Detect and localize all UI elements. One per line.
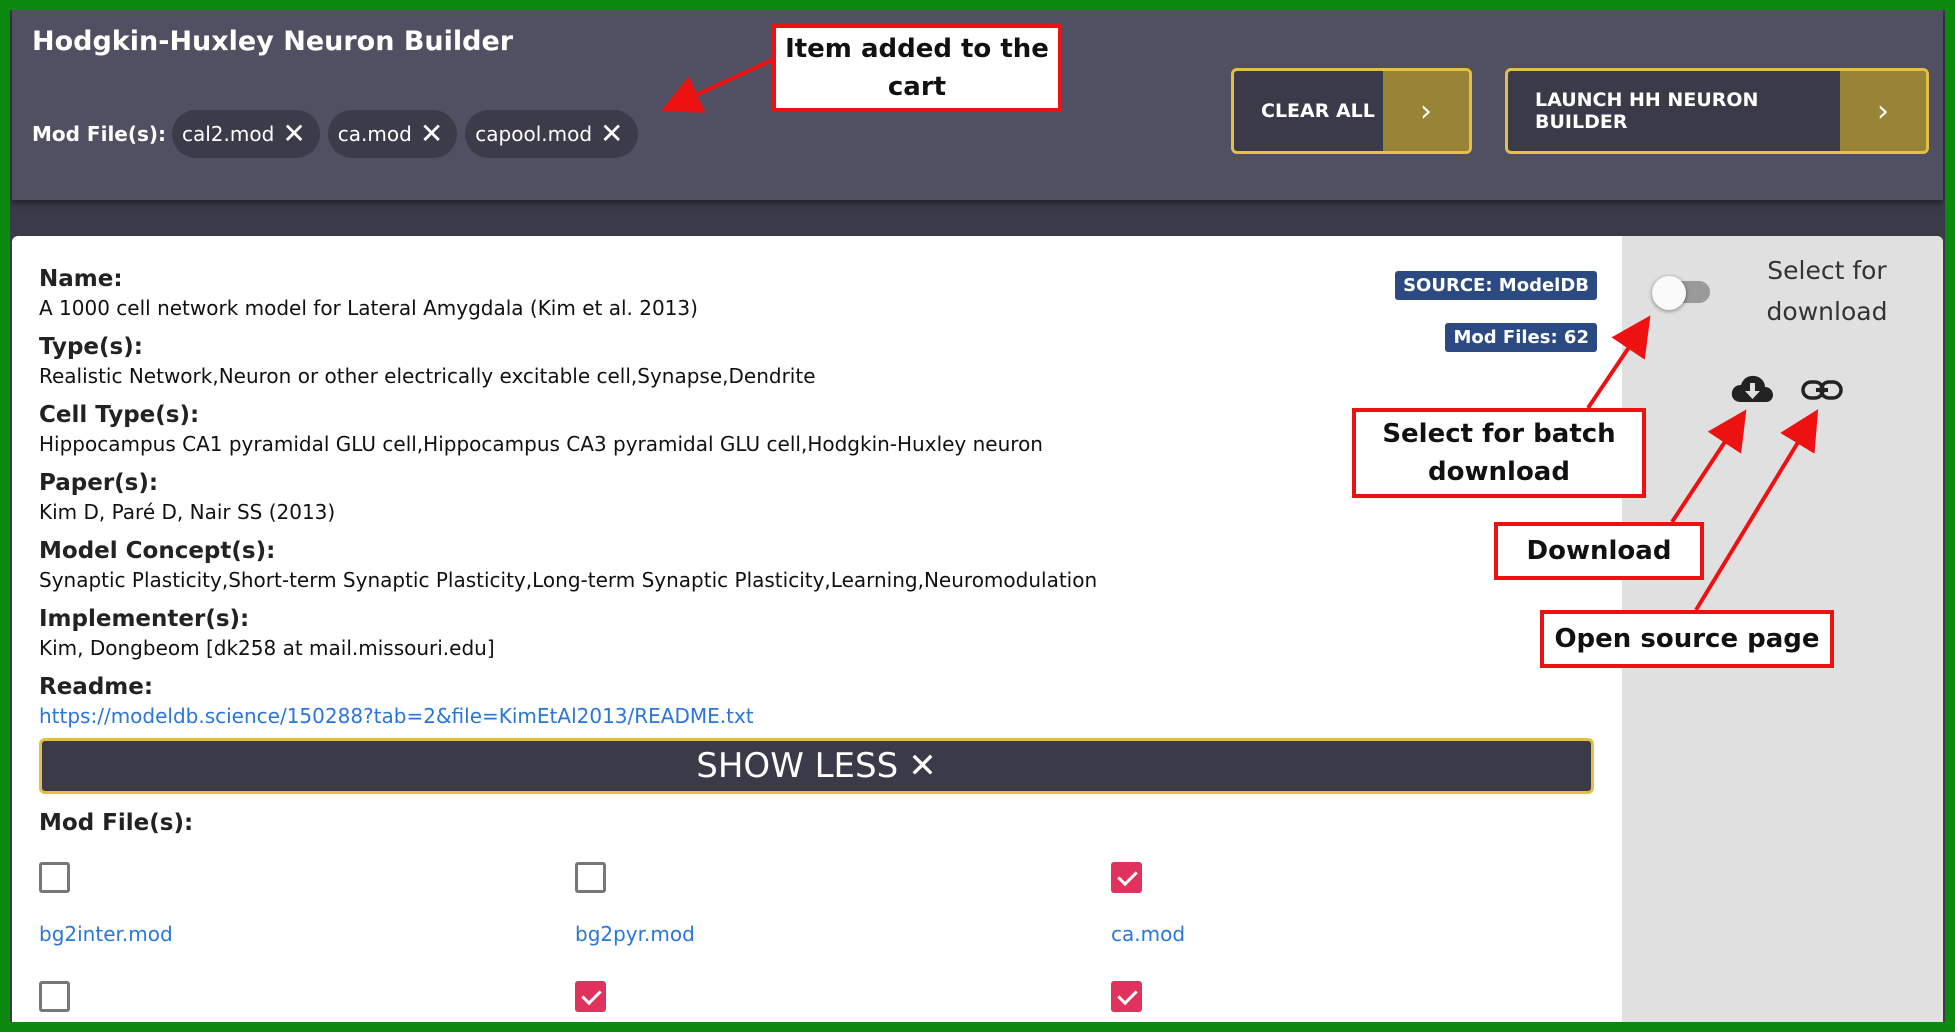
annotation-cart: Item added to the cart [772, 24, 1062, 112]
mod-file-checkbox[interactable] [39, 981, 70, 1012]
mod-file-checkbox[interactable] [1111, 862, 1142, 893]
mod-file-link[interactable]: bg2inter.mod [39, 922, 173, 946]
cart-label: Mod File(s): [32, 122, 167, 146]
cart-chip[interactable]: ca.mod ✕ [327, 110, 458, 158]
show-less-button[interactable]: SHOW LESS ✕ [39, 738, 1594, 794]
model-implementers: Kim, Dongbeom [dk258 at mail.missouri.ed… [39, 636, 495, 660]
select-download-label: Select for download [1766, 256, 1888, 326]
toggle-knob [1652, 276, 1686, 310]
show-less-label: SHOW LESS [696, 746, 899, 786]
mod-files-label: Mod File(s): [39, 810, 194, 836]
close-icon[interactable]: ✕ [282, 120, 305, 148]
cart-chip-label: cal2.mod [182, 122, 275, 146]
mod-file-link[interactable]: bg2pyr.mod [575, 922, 695, 946]
cart-chips: cal2.mod ✕ ca.mod ✕ capool.mod ✕ [172, 110, 638, 158]
mod-file-checkbox[interactable] [39, 862, 70, 893]
close-icon[interactable]: ✕ [420, 120, 443, 148]
model-concepts: Synaptic Plasticity,Short-term Synaptic … [39, 568, 1098, 592]
annotation-download: Download [1494, 522, 1704, 580]
papers-label: Paper(s): [39, 470, 159, 496]
model-name: A 1000 cell network model for Lateral Am… [39, 296, 698, 320]
link-icon[interactable] [1800, 372, 1844, 408]
readme-link[interactable]: https://modeldb.science/150288?tab=2&fil… [39, 704, 754, 728]
select-download-toggle[interactable] [1652, 276, 1710, 310]
cart-chip[interactable]: capool.mod ✕ [465, 110, 638, 158]
close-icon: ✕ [908, 746, 937, 786]
launch-builder-button[interactable]: LAUNCH HH NEURON BUILDER › [1505, 68, 1929, 154]
mod-files-count-badge: Mod Files: 62 [1445, 323, 1597, 352]
cloud-download-icon[interactable] [1730, 372, 1774, 408]
name-label: Name: [39, 266, 123, 292]
cart-chip[interactable]: cal2.mod ✕ [172, 110, 320, 158]
mod-file-checkbox[interactable] [575, 981, 606, 1012]
annotation-batch: Select for batch download [1352, 408, 1646, 498]
concepts-label: Model Concept(s): [39, 538, 276, 564]
cell-types-label: Cell Type(s): [39, 402, 200, 428]
model-cell-types: Hippocampus CA1 pyramidal GLU cell,Hippo… [39, 432, 1043, 456]
readme-label: Readme: [39, 674, 154, 700]
mod-file-checkbox[interactable] [575, 862, 606, 893]
chevron-right-icon: › [1383, 71, 1469, 151]
clear-all-button[interactable]: CLEAR ALL › [1231, 68, 1472, 154]
mod-file-link[interactable]: ca.mod [1111, 922, 1185, 946]
types-label: Type(s): [39, 334, 143, 360]
app-title: Hodgkin-Huxley Neuron Builder [32, 26, 514, 57]
implementers-label: Implementer(s): [39, 606, 250, 632]
clear-all-label: CLEAR ALL [1261, 100, 1375, 122]
close-icon[interactable]: ✕ [600, 120, 623, 148]
source-badge: SOURCE: ModelDB [1395, 271, 1597, 300]
model-papers: Kim D, Paré D, Nair SS (2013) [39, 500, 336, 524]
app-frame: Hodgkin-Huxley Neuron Builder Mod File(s… [10, 10, 1945, 1022]
model-types: Realistic Network,Neuron or other electr… [39, 364, 816, 388]
cart-chip-label: ca.mod [337, 122, 412, 146]
cart-chip-label: capool.mod [475, 122, 593, 146]
mod-file-checkbox[interactable] [1111, 981, 1142, 1012]
annotation-source: Open source page [1540, 610, 1834, 668]
launch-builder-label: LAUNCH HH NEURON BUILDER [1535, 89, 1759, 133]
chevron-right-icon: › [1840, 71, 1926, 151]
